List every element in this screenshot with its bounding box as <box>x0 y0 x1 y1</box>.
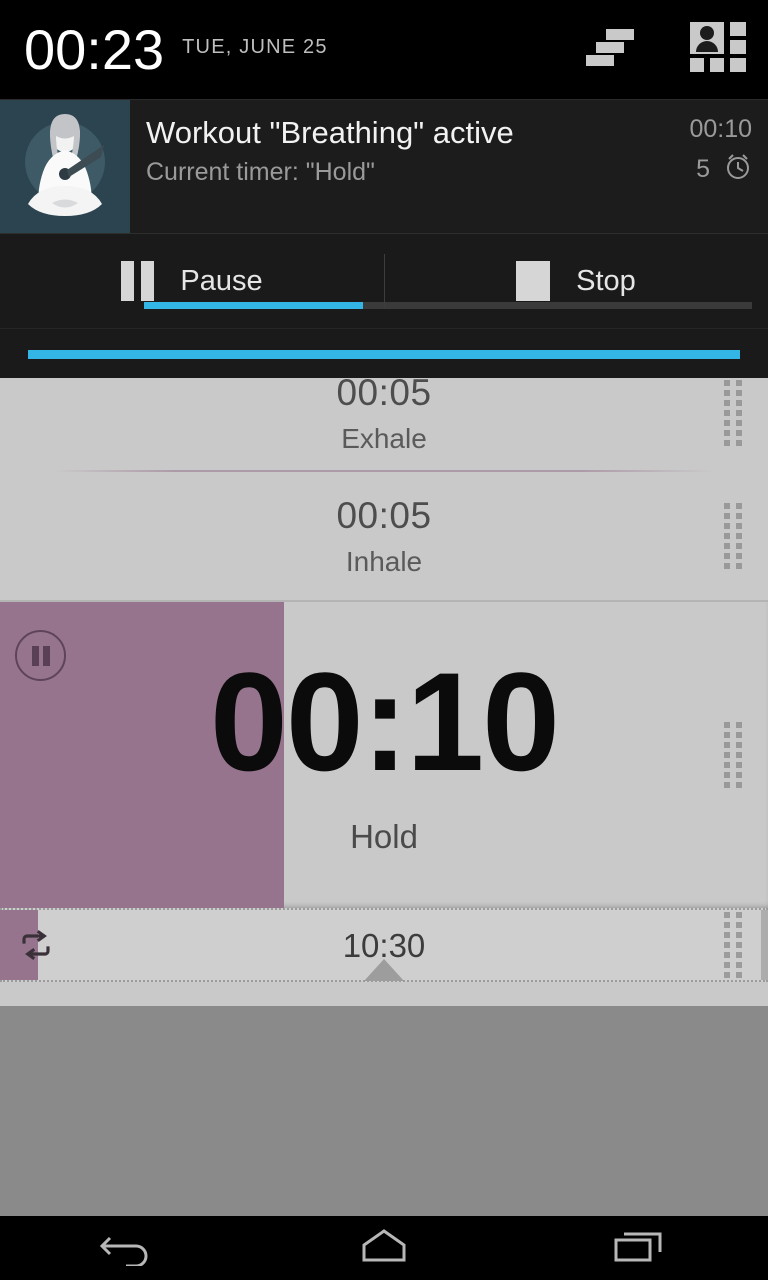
status-bar: 00:23 TUE, JUNE 25 <box>0 0 768 99</box>
pause-icon <box>121 261 155 301</box>
drag-handle-icon[interactable] <box>724 912 742 978</box>
notification-meta: 00:10 5 <box>612 114 752 186</box>
active-timer-time: 00:10 <box>209 642 560 800</box>
shade-handle-bar[interactable] <box>28 349 740 359</box>
notification-chronometer: 00:10 <box>689 115 752 143</box>
notification-pause-button[interactable]: Pause <box>0 234 384 328</box>
total-time: 10:30 <box>342 926 426 964</box>
timer-row[interactable]: 00:05 Inhale <box>0 472 768 600</box>
active-timer-row[interactable]: 00:10 Hold <box>0 600 768 908</box>
drag-handle-icon[interactable] <box>724 380 742 446</box>
timer-row-time: 00:05 <box>336 378 432 413</box>
navigation-bar[interactable] <box>0 1216 768 1280</box>
workout-notification[interactable]: Workout "Breathing" active Current timer… <box>0 99 768 328</box>
home-button[interactable] <box>309 1216 459 1280</box>
active-timer-label: Hold <box>350 817 418 855</box>
status-bar-date: TUE, JUNE 25 <box>182 36 328 58</box>
notification-stop-button[interactable]: Stop <box>384 234 768 328</box>
stop-icon <box>516 261 551 301</box>
pause-label: Pause <box>180 264 263 297</box>
drag-handle-icon[interactable] <box>724 722 742 788</box>
caret-down-icon <box>364 959 404 981</box>
notification-actions[interactable]: Pause Stop <box>0 233 768 328</box>
recent-apps-icon <box>612 1226 668 1271</box>
notification-main[interactable]: Workout "Breathing" active Current timer… <box>0 100 768 233</box>
notification-repeat-count: 5 <box>696 154 710 183</box>
android-screen: 00:05 Exhale 00:05 Inhale 00:10 Hold 10:… <box>0 0 768 1280</box>
notification-count-row: 5 <box>612 152 752 186</box>
list-scrollbar[interactable] <box>761 910 768 980</box>
stop-label: Stop <box>576 264 636 297</box>
notification-body[interactable]: Workout "Breathing" active Current timer… <box>130 100 768 233</box>
back-arrow-icon <box>99 1226 156 1271</box>
timer-row-label: Inhale <box>345 545 423 577</box>
meditation-timer-icon <box>0 100 130 233</box>
timer-row-label: Exhale <box>341 422 427 454</box>
recents-button[interactable] <box>565 1216 715 1280</box>
home-icon <box>356 1226 412 1271</box>
notification-shade[interactable]: 00:23 TUE, JUNE 25 Workout "Breathing" a… <box>0 0 768 378</box>
total-row[interactable]: 10:30 <box>0 908 768 982</box>
timer-row[interactable]: 00:05 Exhale <box>0 378 768 472</box>
timer-list[interactable]: 00:05 Exhale 00:05 Inhale 00:10 Hold 10:… <box>0 378 768 1006</box>
timer-row-time: 00:05 <box>336 494 432 536</box>
shade-drag-handle[interactable] <box>0 328 768 378</box>
alarm-clock-icon <box>724 152 752 186</box>
status-bar-clock: 00:23 <box>24 17 165 81</box>
quick-settings-icon[interactable] <box>690 22 746 77</box>
clear-all-icon[interactable] <box>584 24 646 75</box>
drag-handle-icon[interactable] <box>724 503 742 569</box>
back-button[interactable] <box>53 1216 203 1280</box>
